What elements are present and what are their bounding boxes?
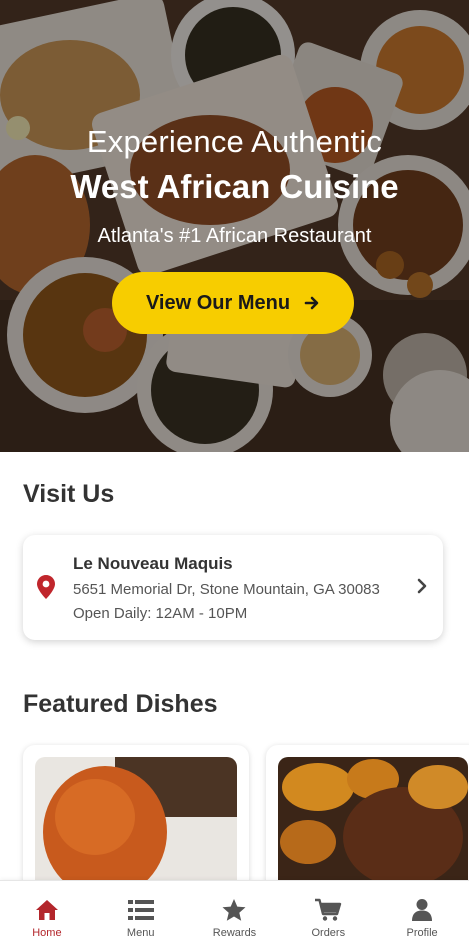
nav-orders[interactable]: Orders [281, 881, 375, 947]
visit-us-heading: Visit Us [23, 480, 115, 508]
chevron-right-icon [417, 578, 427, 594]
featured-dishes-heading: Featured Dishes [23, 690, 218, 718]
dish-card[interactable] [23, 745, 249, 895]
restaurant-hours: Open Daily: 12AM - 10PM [73, 605, 248, 622]
nav-rewards[interactable]: Rewards [188, 881, 282, 947]
nav-menu[interactable]: Menu [94, 881, 188, 947]
bottom-navigation: Home Menu Rewards Orders Profile [0, 880, 469, 947]
hero-banner: Experience Authentic West African Cuisin… [0, 0, 469, 452]
hero-title: West African Cuisine [70, 168, 399, 205]
nav-menu-label: Menu [126, 927, 155, 939]
user-icon [412, 899, 433, 921]
nav-home-label: Home [32, 927, 62, 939]
hero-tagline: Atlanta's #1 African Restaurant [97, 225, 372, 247]
nav-profile-label: Profile [406, 927, 438, 939]
view-menu-label: View Our Menu [145, 291, 291, 314]
view-menu-button[interactable]: View Our Menu [112, 272, 354, 334]
restaurant-name: Le Nouveau Maquis [73, 554, 233, 573]
cart-icon [315, 898, 342, 921]
star-icon [222, 899, 246, 921]
restaurant-address: 5651 Memorial Dr, Stone Mountain, GA 300… [73, 581, 380, 598]
nav-home[interactable]: Home [0, 881, 94, 947]
nav-profile[interactable]: Profile [375, 881, 469, 947]
nav-orders-label: Orders [311, 927, 346, 939]
dish-card[interactable] [266, 745, 469, 895]
hero-subtitle: Experience Authentic [86, 124, 383, 159]
location-card[interactable]: Le Nouveau Maquis 5651 Memorial Dr, Ston… [23, 535, 443, 640]
dish-image [278, 757, 468, 895]
map-pin-icon [37, 575, 55, 599]
dish-image [35, 757, 237, 895]
home-icon [35, 900, 58, 920]
arrow-right-icon [304, 296, 319, 310]
list-icon [127, 900, 154, 920]
nav-rewards-label: Rewards [212, 927, 257, 939]
